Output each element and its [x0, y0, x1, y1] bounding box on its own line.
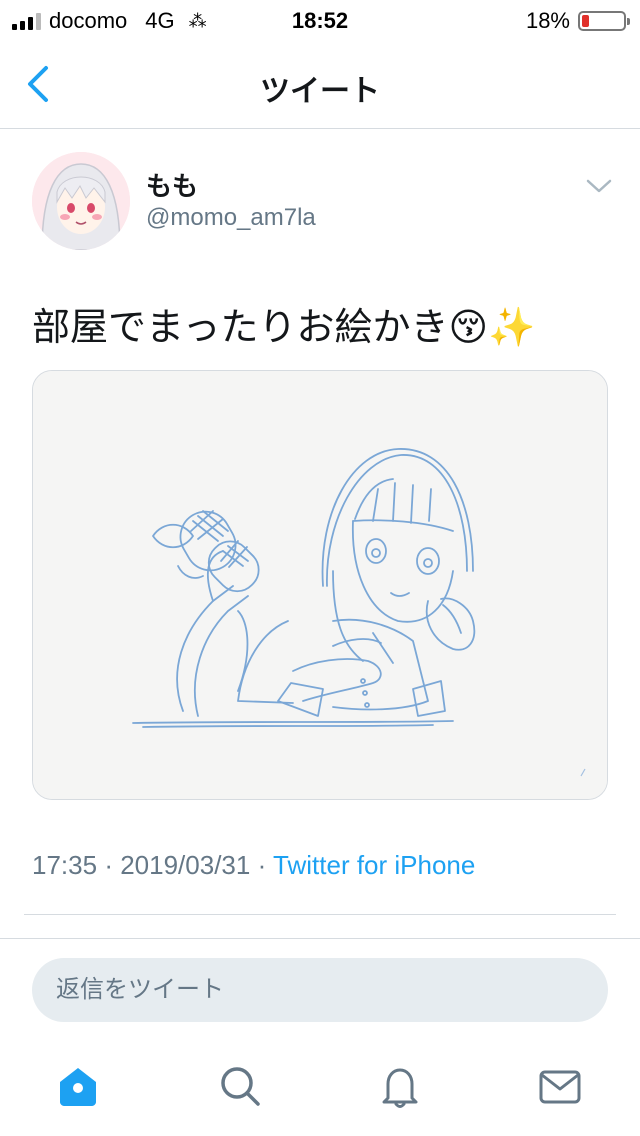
- nav-bar: ツイート: [0, 40, 640, 129]
- meta-separator: ·: [104, 850, 113, 880]
- tab-bar: [0, 1040, 640, 1136]
- messages-icon[interactable]: [536, 1062, 584, 1110]
- page-title: ツイート: [260, 75, 380, 108]
- reply-input[interactable]: 返信をツイート: [32, 958, 608, 1022]
- sketch-image: [33, 371, 607, 799]
- status-bar: docomo 4G ⁂ 18:52 18%: [0, 0, 640, 40]
- divider: [0, 938, 640, 939]
- tweet-meta: 17:35 · 2019/03/31 · Twitter for iPhone: [32, 850, 475, 881]
- search-icon[interactable]: [216, 1062, 264, 1110]
- chevron-down-icon[interactable]: [584, 176, 614, 196]
- tweet-text: 部屋でまったりお絵かき😚✨: [32, 307, 536, 349]
- avatar[interactable]: [32, 152, 130, 250]
- tweet-time: 17:35: [32, 850, 98, 880]
- author-handle[interactable]: @momo_am7la: [146, 204, 316, 232]
- meta-separator: ·: [257, 850, 267, 880]
- battery-fill: [582, 15, 589, 27]
- tweet-media-image[interactable]: [32, 370, 608, 800]
- battery-icon: [578, 11, 630, 31]
- tweet-date: 2019/03/31: [120, 850, 251, 880]
- tweet-source-link[interactable]: Twitter for iPhone: [273, 850, 475, 880]
- battery-percent: 18%: [525, 8, 570, 33]
- divider: [24, 914, 616, 915]
- notifications-icon[interactable]: [376, 1062, 424, 1110]
- home-icon[interactable]: [54, 1062, 102, 1110]
- author-name[interactable]: もも: [146, 166, 198, 203]
- status-right: 18%: [525, 8, 630, 34]
